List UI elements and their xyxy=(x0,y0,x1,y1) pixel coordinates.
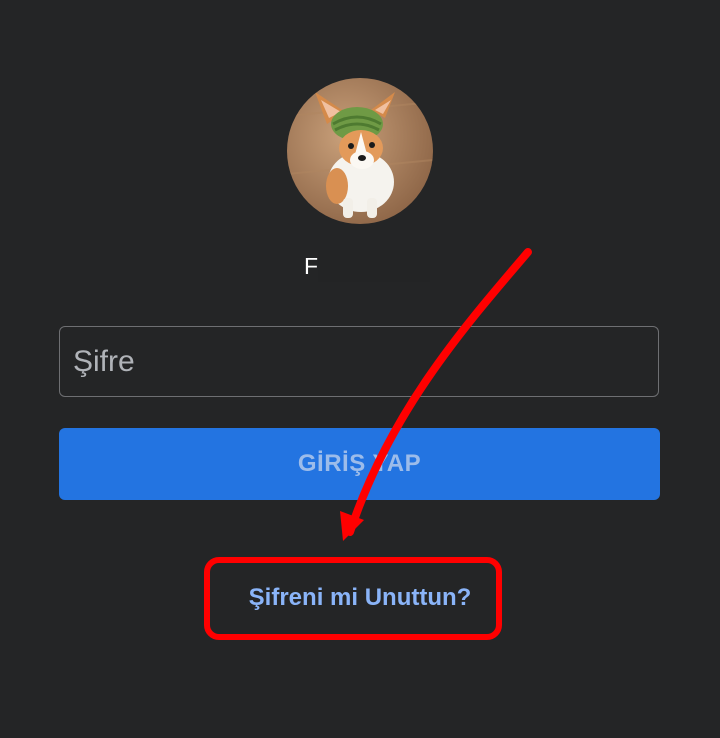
username-text: F xyxy=(304,253,319,279)
profile-avatar xyxy=(287,78,433,224)
password-field[interactable] xyxy=(59,326,659,397)
profile-name: F xyxy=(300,250,440,282)
login-button[interactable]: GİRİŞ YAP xyxy=(59,428,660,500)
password-input[interactable] xyxy=(60,327,658,396)
annotation-arrow-head xyxy=(340,511,364,541)
corgi-photo xyxy=(287,78,433,224)
username-redaction xyxy=(318,250,430,282)
forgot-password-link[interactable]: Şifreni mi Unuttun? xyxy=(0,582,720,614)
